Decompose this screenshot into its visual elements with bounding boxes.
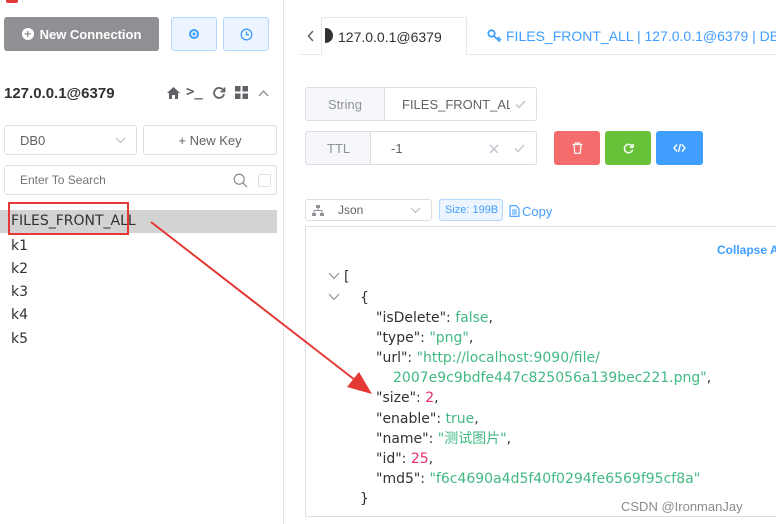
annotation-arrow xyxy=(150,221,372,394)
